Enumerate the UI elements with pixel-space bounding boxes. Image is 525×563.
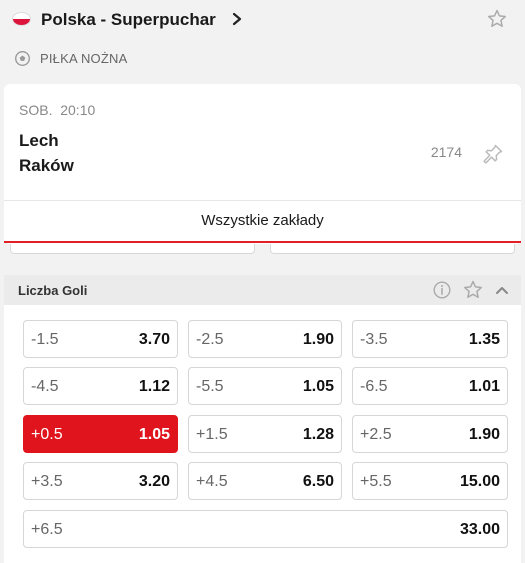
tabs-bar: Wszystkie zakłady xyxy=(4,200,521,244)
odd-price: 1.90 xyxy=(302,331,334,348)
football-icon xyxy=(15,51,30,66)
chevron-right-icon[interactable] xyxy=(230,9,244,29)
filter-button-right[interactable] xyxy=(270,244,515,254)
odd-price: 3.70 xyxy=(138,331,170,348)
odd-line: -3.5 xyxy=(360,331,388,348)
odd-button[interactable]: +1.5 1.28 xyxy=(188,415,342,453)
market-title: Liczba Goli xyxy=(18,283,88,298)
odd-line: +3.5 xyxy=(31,473,63,490)
info-icon[interactable] xyxy=(431,279,453,301)
odd-line: -1.5 xyxy=(31,331,59,348)
odd-line: +0.5 xyxy=(31,426,63,443)
odd-price: 33.00 xyxy=(459,521,500,538)
odd-line: +5.5 xyxy=(360,473,392,490)
odd-line: -5.5 xyxy=(196,378,224,395)
odd-price: 1.28 xyxy=(302,426,334,443)
odd-line: -4.5 xyxy=(31,378,59,395)
odd-button[interactable]: +2.5 1.90 xyxy=(352,415,508,453)
odd-button[interactable]: -3.5 1.35 xyxy=(352,320,508,358)
odd-line: +1.5 xyxy=(196,426,228,443)
odd-button[interactable]: -1.5 3.70 xyxy=(23,320,178,358)
odd-price: 1.05 xyxy=(138,426,170,443)
pin-icon[interactable] xyxy=(481,142,505,166)
team-home: Lech xyxy=(19,131,59,150)
odd-line: +4.5 xyxy=(196,473,228,490)
odd-price: 1.90 xyxy=(468,426,500,443)
tab-active-indicator xyxy=(4,241,521,243)
event-code: 2174 xyxy=(430,144,462,160)
odd-line: +2.5 xyxy=(360,426,392,443)
odd-button[interactable]: -6.5 1.01 xyxy=(352,367,508,405)
odd-button[interactable]: +3.5 3.20 xyxy=(23,462,178,500)
odd-line: -6.5 xyxy=(360,378,388,395)
tab-all-bets[interactable]: Wszystkie zakłady xyxy=(4,212,521,229)
odd-line: +6.5 xyxy=(31,521,63,538)
league-title[interactable]: Polska - Superpuchar xyxy=(41,10,216,30)
odd-price: 1.35 xyxy=(468,331,500,348)
odd-price: 3.20 xyxy=(138,473,170,490)
odd-price: 1.12 xyxy=(138,378,170,395)
star-icon[interactable] xyxy=(486,8,508,30)
odd-button[interactable]: -4.5 1.12 xyxy=(23,367,178,405)
event-time: SOB. 20:10 xyxy=(19,102,96,118)
odd-price: 1.01 xyxy=(468,378,500,395)
poland-flag-icon xyxy=(12,12,31,26)
odd-button-selected[interactable]: +0.5 1.05 xyxy=(23,415,178,453)
odds-area: -1.5 3.70 -2.5 1.90 -3.5 1.35 -4.5 1.12 … xyxy=(4,305,521,563)
market-header[interactable]: Liczba Goli xyxy=(4,275,521,305)
team-away: Raków xyxy=(19,156,74,175)
odd-line: -2.5 xyxy=(196,331,224,348)
event-card: SOB. 20:10 Lech Raków 2174 xyxy=(4,84,521,200)
odd-button[interactable]: -5.5 1.05 xyxy=(188,367,342,405)
odd-price: 1.05 xyxy=(302,378,334,395)
sport-label: PIŁKA NOŻNA xyxy=(40,51,128,66)
filter-button-left[interactable] xyxy=(10,244,255,254)
odd-button[interactable]: +6.5 33.00 xyxy=(23,510,508,548)
odd-price: 15.00 xyxy=(459,473,500,490)
odd-button[interactable]: +5.5 15.00 xyxy=(352,462,508,500)
star-icon[interactable] xyxy=(462,279,484,301)
odd-button[interactable]: +4.5 6.50 xyxy=(188,462,342,500)
odd-price: 6.50 xyxy=(302,473,334,490)
chevron-up-icon[interactable] xyxy=(493,280,511,300)
odd-button[interactable]: -2.5 1.90 xyxy=(188,320,342,358)
